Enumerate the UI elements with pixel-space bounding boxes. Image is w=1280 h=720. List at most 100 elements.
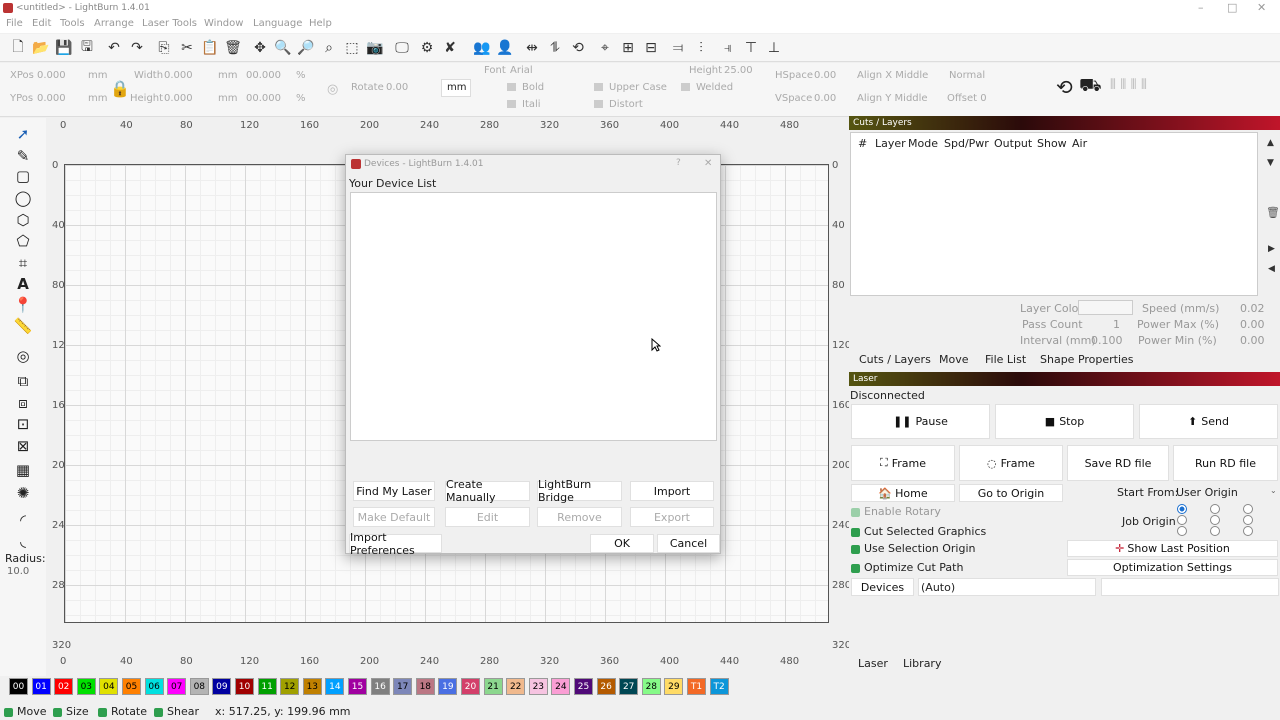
font-select[interactable]: Arial [510,65,533,76]
save-icon[interactable]: 💾 [54,38,74,58]
align-y-select[interactable]: Align Y Middle [857,93,928,104]
port-select[interactable] [1101,578,1279,596]
palette-swatch-05[interactable]: 05 [122,678,141,695]
new-file-icon[interactable]: 🗋 [8,38,28,58]
tab-library[interactable]: Library [903,657,941,670]
trim-icon[interactable]: ⌗ [12,253,34,273]
find-my-laser-button[interactable]: Find My Laser [353,481,435,501]
palette-swatch-12[interactable]: 12 [280,678,300,695]
edit-nodes-icon[interactable]: ⬠ [12,231,34,251]
cut-icon[interactable]: ✂ [177,38,197,58]
pan-icon[interactable]: ✥ [250,38,270,58]
palette-swatch-29[interactable]: 29 [664,678,684,695]
tab-file-list[interactable]: File List [985,353,1026,366]
menu-laser-tools[interactable]: Laser Tools [142,18,197,29]
boolean-union-icon[interactable]: ⧉ [12,371,34,391]
text-height-input[interactable]: 25.00 [724,65,753,76]
zoom-in-icon[interactable]: 🔍 [273,38,293,58]
dialog-close-button[interactable]: ✕ [704,158,712,169]
move-down-icon[interactable]: ▼ [1267,158,1274,168]
palette-swatch-02[interactable]: 02 [54,678,74,695]
align-top-icon[interactable]: ⊤ [741,38,761,58]
pass-count-input[interactable]: 1 [1113,318,1120,331]
group-icon[interactable]: 👥 [472,38,492,58]
frame-rect-button[interactable]: ⛶ Frame [851,445,955,481]
palette-swatch-24[interactable]: 24 [551,678,571,695]
maximize-button[interactable]: □ [1227,1,1237,14]
palette-swatch-01[interactable]: 01 [31,678,51,695]
upper-case-checkbox[interactable] [594,83,603,91]
create-manually-button[interactable]: Create Manually [445,478,530,504]
status-size[interactable]: Size [53,705,89,718]
expand-left-icon[interactable]: ◀ [1268,264,1275,274]
align-x-select[interactable]: Align X Middle [857,70,928,81]
align-center-icon[interactable]: ⫶ [691,38,711,58]
job-origin-radio-bc[interactable] [1210,526,1220,536]
cut-selected-graphics[interactable]: Cut Selected Graphics [851,525,986,538]
import-icon[interactable]: ⎘ [154,38,174,58]
dialog-help-button[interactable]: ? [676,158,681,168]
corner-tool-icon[interactable]: ◜ [12,510,34,530]
zoom-selection-icon[interactable]: ⬚ [342,38,362,58]
optimize-cut-path[interactable]: Optimize Cut Path [851,561,963,574]
palette-swatch-11[interactable]: 11 [257,678,277,695]
palette-swatch-27[interactable]: 27 [619,678,639,695]
palette-swatch-21[interactable]: 21 [483,678,503,695]
menu-arrange[interactable]: Arrange [94,18,134,29]
align-tools-icon[interactable]: ⫴ ⫴ ⫴ ⫴ [1110,77,1147,93]
height-percent[interactable]: 00.000 [246,93,281,104]
import-preferences-button[interactable]: Import Preferences [349,531,442,557]
tab-laser[interactable]: Laser [858,657,888,670]
tools-icon[interactable]: ✘ [440,38,460,58]
target-icon[interactable]: ⌖ [595,38,615,58]
text-icon[interactable]: A [12,274,34,294]
polygon-icon[interactable]: ⬡ [12,210,34,230]
palette-swatch-T1[interactable]: T1 [687,678,706,695]
minimize-button[interactable]: – [1198,1,1204,14]
expand-right-icon[interactable]: ▶ [1268,244,1275,254]
remove-button[interactable]: Remove [537,507,622,527]
status-shear[interactable]: Shear [154,705,199,718]
tab-cuts-layers[interactable]: Cuts / Layers [859,353,931,366]
palette-swatch-22[interactable]: 22 [506,678,526,695]
cancel-button[interactable]: Cancel [657,534,720,553]
palette-swatch-06[interactable]: 06 [144,678,164,695]
save-as-icon[interactable]: 🖫 [77,38,97,58]
align-right-icon[interactable]: ⫣ [718,38,738,58]
monitor-icon[interactable]: 🖵 [392,38,412,58]
rotate-icon[interactable]: ⟲ [568,38,588,58]
job-origin-radio-tr[interactable] [1243,504,1253,514]
xpos-input[interactable]: 0.000 [37,70,66,81]
start-from-select[interactable]: User Origin [1176,486,1238,499]
import-button[interactable]: Import [630,481,714,501]
open-folder-icon[interactable]: 📂 [31,38,51,58]
height-input[interactable]: 0.000 [164,93,193,104]
palette-swatch-15[interactable]: 15 [348,678,367,695]
status-move[interactable]: Move [4,705,47,718]
undo-icon[interactable]: ↶ [104,38,124,58]
pen-icon[interactable]: ✎ [12,146,34,166]
job-origin-radio-mr[interactable] [1243,515,1253,525]
palette-swatch-25[interactable]: 25 [574,678,593,695]
palette-swatch-10[interactable]: 10 [235,678,254,695]
palette-swatch-13[interactable]: 13 [302,678,322,695]
boolean-intersect-icon[interactable]: ⊡ [12,414,34,434]
edit-button[interactable]: Edit [445,507,530,527]
menu-tools[interactable]: Tools [60,18,85,29]
align-bottom-icon[interactable]: ⊥ [764,38,784,58]
rectangle-icon[interactable]: ▢ [12,166,34,186]
export-button[interactable]: Export [630,507,714,527]
save-rd-button[interactable]: Save RD file [1067,445,1169,481]
palette-swatch-17[interactable]: 17 [393,678,413,695]
boolean-subtract-icon[interactable]: ⧈ [12,393,34,413]
ellipse-icon[interactable]: ◯ [12,188,34,208]
palette-swatch-00[interactable]: 00 [9,678,28,695]
mirror-v-icon[interactable]: ⥮ [545,38,565,58]
refresh-icon[interactable]: ⟲ [1056,75,1073,99]
palette-swatch-03[interactable]: 03 [76,678,96,695]
palette-swatch-26[interactable]: 26 [596,678,616,695]
speed-input[interactable]: 0.02 [1240,302,1265,315]
close-button[interactable]: ✕ [1257,1,1266,14]
interval-input[interactable]: 0.100 [1091,334,1123,347]
palette-swatch-28[interactable]: 28 [641,678,661,695]
